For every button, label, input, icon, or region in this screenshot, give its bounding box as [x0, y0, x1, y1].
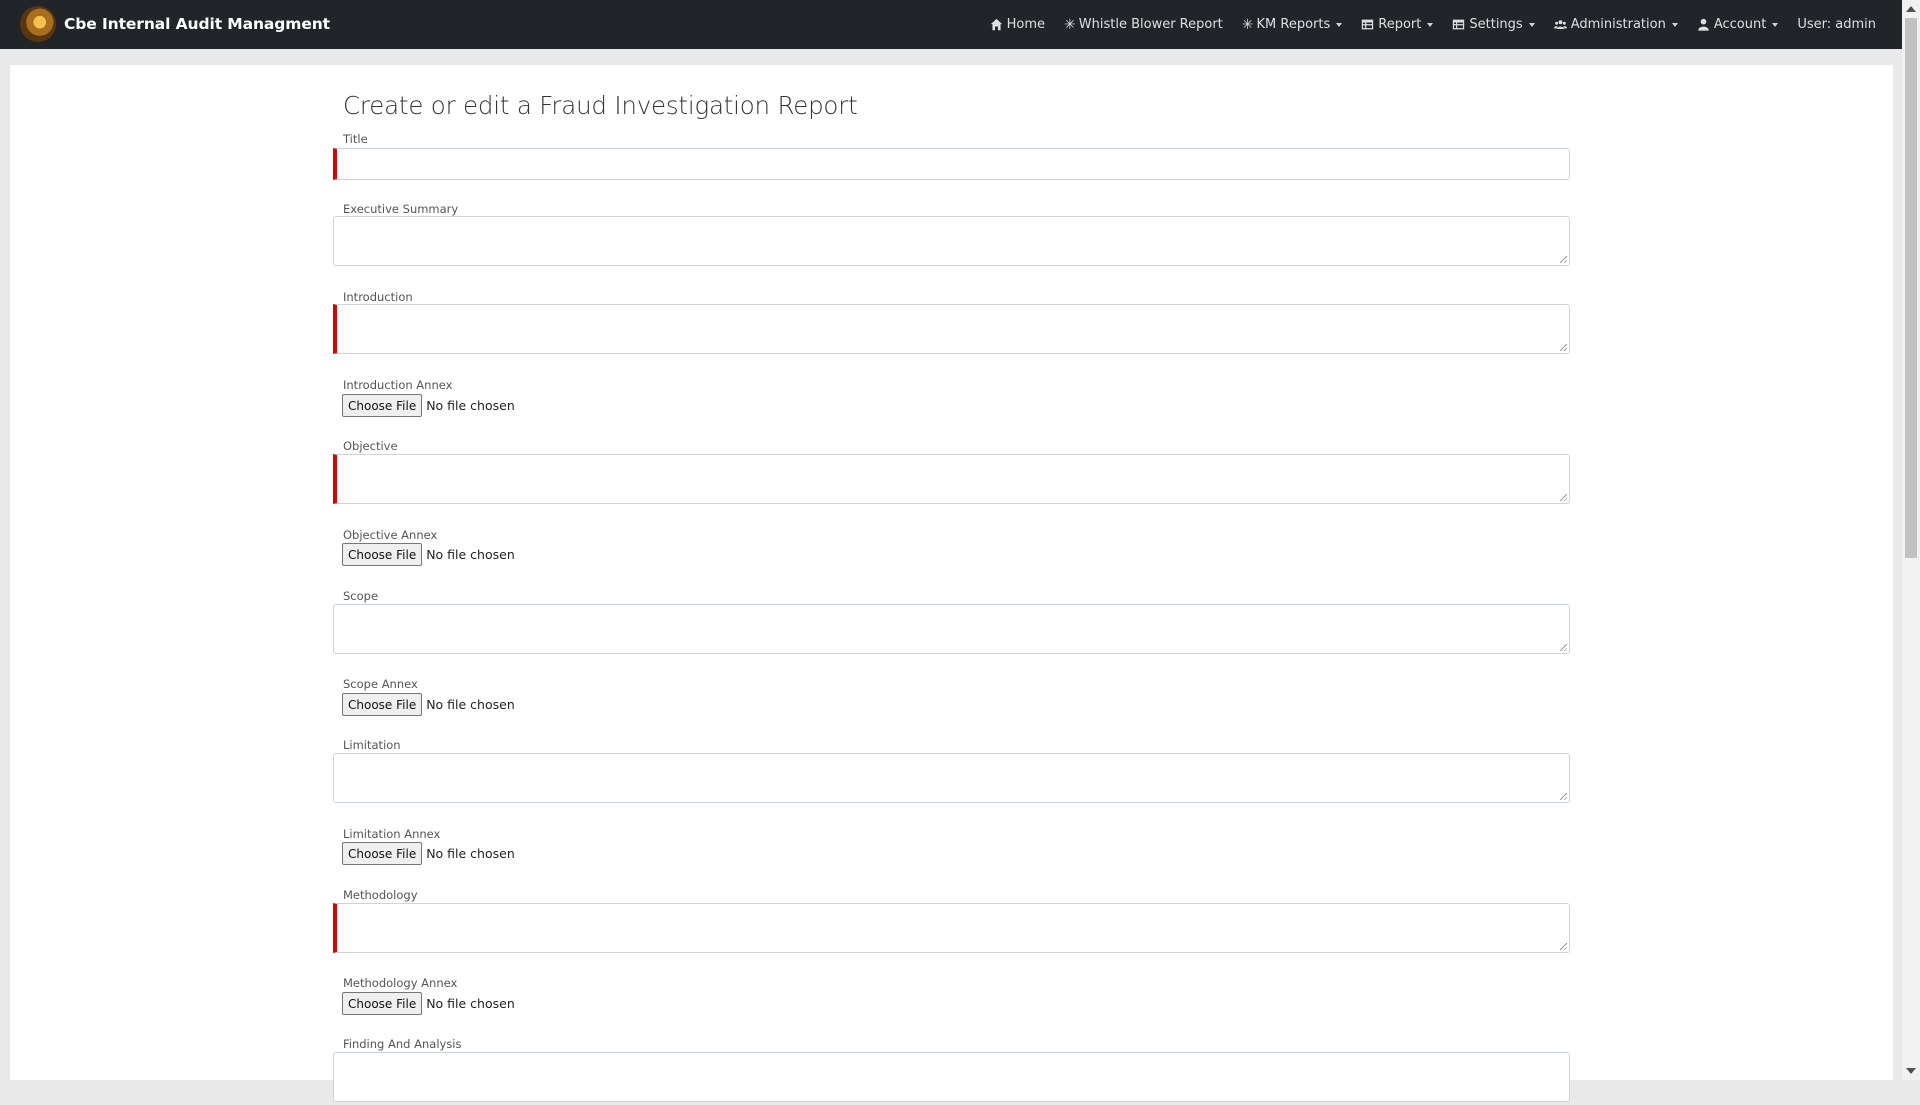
- nav-settings[interactable]: Settings: [1452, 17, 1535, 32]
- executive-summary-textarea[interactable]: [334, 217, 1569, 265]
- main-content: Create or edit a Fraud Investigation Rep…: [10, 65, 1893, 1102]
- scrollbar-thumb[interactable]: [1905, 18, 1917, 558]
- users-icon: [1553, 20, 1567, 30]
- brand[interactable]: Cbe Internal Audit Managment: [20, 5, 330, 43]
- introduction-annex-choose-button[interactable]: Choose File: [342, 394, 423, 417]
- nav-account-label: Account: [1713, 17, 1767, 32]
- resize-grip-icon[interactable]: [1560, 943, 1567, 950]
- nav-account[interactable]: Account: [1697, 17, 1779, 32]
- methodology-annex-file: Choose File No file chosen: [342, 992, 515, 1015]
- introduction-label: Introduction: [343, 290, 413, 304]
- introduction-annex-file: Choose File No file chosen: [342, 394, 515, 417]
- methodology-annex-label: Methodology Annex: [343, 976, 458, 990]
- nav-report[interactable]: Report: [1361, 17, 1434, 32]
- scope-label: Scope: [343, 589, 379, 603]
- scroll-up-arrow-icon[interactable]: [1906, 6, 1916, 12]
- resize-grip-icon[interactable]: [1560, 344, 1567, 351]
- logo-icon: [20, 6, 56, 42]
- nav-home-label: Home: [1006, 17, 1046, 32]
- house-icon: [990, 18, 1002, 31]
- methodology-annex-status: No file chosen: [426, 996, 515, 1011]
- objective-textarea[interactable]: [337, 455, 1569, 503]
- nav-home[interactable]: Home: [990, 17, 1045, 32]
- nav-administration[interactable]: Administration: [1553, 17, 1678, 32]
- introduction-textarea[interactable]: [337, 305, 1569, 353]
- nav-report-label: Report: [1378, 17, 1422, 32]
- current-user: User: admin: [1797, 17, 1876, 32]
- nav-menu: Home ✳ Whistle Blower Report ✳ KM Report…: [971, 0, 1876, 49]
- resize-grip-icon[interactable]: [1560, 644, 1567, 651]
- nav-whistle-label: Whistle Blower Report: [1078, 17, 1223, 32]
- title-input[interactable]: [337, 149, 1569, 179]
- app-title: Cbe Internal Audit Managment: [64, 15, 330, 33]
- nav-km-reports[interactable]: ✳ KM Reports: [1241, 16, 1343, 33]
- nav-settings-label: Settings: [1469, 17, 1523, 32]
- objective-annex-label: Objective Annex: [343, 528, 438, 542]
- limitation-annex-file: Choose File No file chosen: [342, 842, 515, 865]
- asterisk-icon: ✳: [1064, 16, 1076, 33]
- introduction-annex-status: No file chosen: [426, 398, 515, 413]
- limitation-textarea[interactable]: [334, 754, 1569, 802]
- finding-analysis-field[interactable]: [333, 1052, 1570, 1102]
- title-field[interactable]: [333, 148, 1570, 180]
- scope-field[interactable]: [333, 604, 1570, 654]
- scope-textarea[interactable]: [334, 605, 1569, 653]
- resize-grip-icon[interactable]: [1560, 793, 1567, 800]
- chevron-down-icon: [1528, 22, 1535, 27]
- methodology-label: Methodology: [343, 888, 418, 902]
- methodology-annex-choose-button[interactable]: Choose File: [342, 992, 423, 1015]
- chevron-down-icon: [1772, 22, 1779, 27]
- finding-analysis-textarea[interactable]: [334, 1053, 1569, 1101]
- chevron-down-icon: [1671, 22, 1678, 27]
- introduction-field[interactable]: [333, 304, 1570, 354]
- limitation-field[interactable]: [333, 753, 1570, 803]
- methodology-field[interactable]: [333, 903, 1570, 953]
- limitation-annex-label: Limitation Annex: [343, 827, 441, 841]
- finding-analysis-label: Finding And Analysis: [343, 1037, 462, 1051]
- executive-summary-field[interactable]: [333, 216, 1570, 266]
- scope-annex-label: Scope Annex: [343, 677, 418, 691]
- chevron-down-icon: [1427, 22, 1434, 27]
- nav-administration-label: Administration: [1570, 17, 1666, 32]
- resize-grip-icon[interactable]: [1560, 494, 1567, 501]
- asterisk-icon: ✳: [1241, 16, 1254, 33]
- limitation-label: Limitation: [343, 738, 401, 752]
- chevron-down-icon: [1336, 22, 1343, 27]
- methodology-textarea[interactable]: [337, 904, 1569, 952]
- objective-annex-status: No file chosen: [426, 547, 515, 562]
- executive-summary-label: Executive Summary: [343, 202, 459, 216]
- objective-label: Objective: [343, 439, 398, 453]
- nav-km-label: KM Reports: [1256, 17, 1331, 32]
- objective-annex-file: Choose File No file chosen: [342, 543, 515, 566]
- introduction-annex-label: Introduction Annex: [343, 378, 453, 392]
- table-icon: [1453, 19, 1465, 30]
- page-scrollbar[interactable]: [1902, 0, 1920, 1080]
- limitation-annex-choose-button[interactable]: Choose File: [342, 842, 423, 865]
- resize-grip-icon[interactable]: [1560, 256, 1567, 263]
- scope-annex-status: No file chosen: [426, 697, 515, 712]
- objective-field[interactable]: [333, 454, 1570, 504]
- limitation-annex-status: No file chosen: [426, 846, 515, 861]
- nav-whistle-blower[interactable]: ✳ Whistle Blower Report: [1064, 17, 1223, 32]
- objective-annex-choose-button[interactable]: Choose File: [342, 543, 423, 566]
- scope-annex-file: Choose File No file chosen: [342, 693, 515, 716]
- page-title: Create or edit a Fraud Investigation Rep…: [343, 91, 858, 120]
- scroll-down-arrow-icon[interactable]: [1906, 1068, 1916, 1074]
- table-icon: [1362, 19, 1374, 30]
- title-label: Title: [343, 132, 368, 146]
- user-icon: [1698, 18, 1709, 31]
- scope-annex-choose-button[interactable]: Choose File: [342, 693, 423, 716]
- top-navbar: Cbe Internal Audit Managment Home ✳ Whis…: [0, 0, 1902, 49]
